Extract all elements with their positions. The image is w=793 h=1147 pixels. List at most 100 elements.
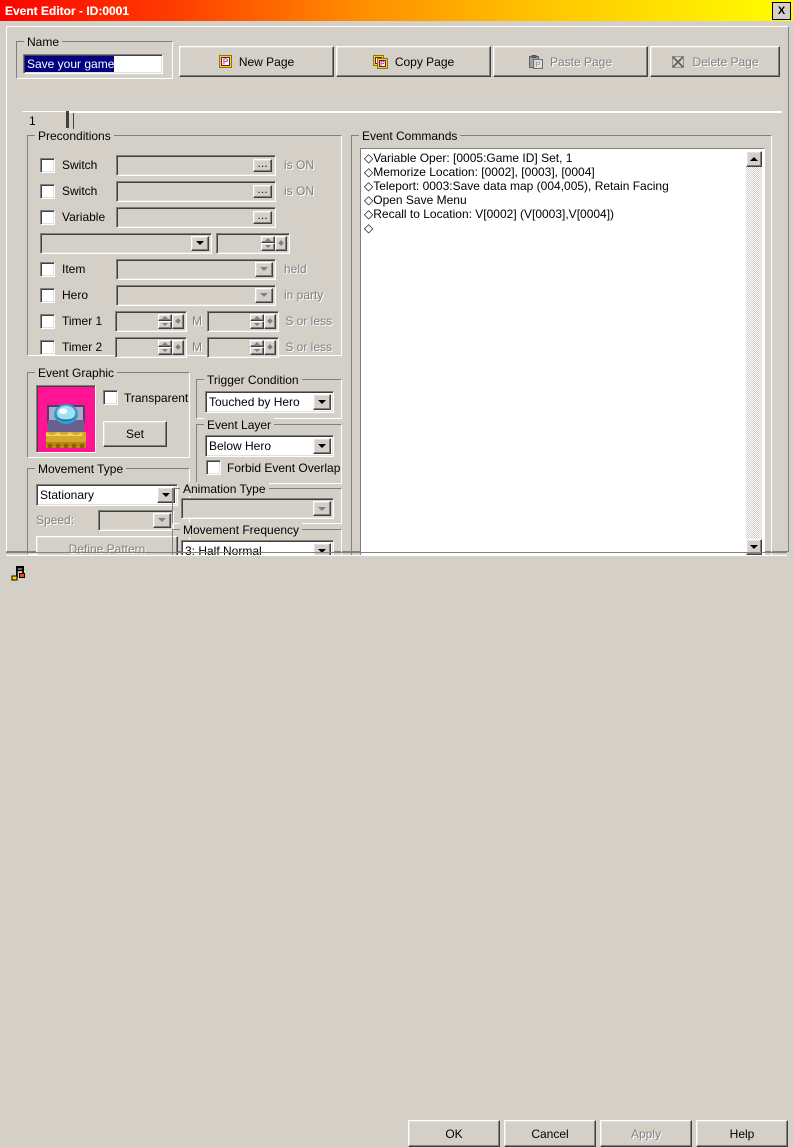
animation-type-combo[interactable]	[181, 498, 334, 519]
timer2-minutes-spinner[interactable]	[114, 336, 188, 358]
scroll-up-icon[interactable]	[746, 151, 762, 167]
music-note-icon[interactable]	[10, 565, 28, 588]
switch1-checkbox[interactable]	[40, 157, 55, 173]
set-graphic-label: Set	[125, 427, 144, 441]
movement-speed-label: Speed:	[36, 513, 75, 527]
item-label: Item	[62, 262, 86, 276]
timer1-minutes-spin-buttons[interactable]	[158, 313, 185, 329]
chevron-down-icon[interactable]	[255, 287, 273, 303]
variable-amount-spin-buttons[interactable]	[261, 235, 287, 251]
event-layer-combo[interactable]: Below Hero	[205, 435, 334, 457]
spin-down-icon[interactable]	[250, 347, 265, 355]
switch1-label: Switch	[62, 158, 98, 172]
variable-input[interactable]: …	[116, 206, 276, 228]
command-line[interactable]: ◇Recall to Location: V[0002] (V[0003],V[…	[364, 207, 764, 221]
paste-page-icon: P	[528, 54, 543, 69]
variable-browse-icon[interactable]: …	[253, 210, 272, 224]
forbid-overlap-row: Forbid Event Overlap	[206, 460, 340, 475]
event-commands-list[interactable]: ◇Variable Oper: [0005:Game ID] Set, 1 ◇M…	[361, 149, 764, 557]
spin-up-icon[interactable]	[158, 339, 172, 347]
switch2-browse-icon[interactable]: …	[253, 184, 272, 198]
spin-down-icon[interactable]	[158, 321, 172, 329]
close-icon[interactable]: X	[772, 2, 791, 20]
cancel-button[interactable]: Cancel	[504, 1120, 596, 1147]
item-combo[interactable]	[116, 258, 276, 280]
window-title: Event Editor - ID:0001	[5, 3, 130, 18]
movement-type-group: Movement Type Stationary Speed: Define P…	[27, 462, 190, 562]
command-line[interactable]: ◇Teleport: 0003:Save data map (004,005),…	[364, 179, 764, 193]
set-graphic-button[interactable]: Set	[103, 421, 167, 447]
spin-up-icon[interactable]	[250, 339, 265, 347]
scrollbar-track[interactable]	[746, 167, 762, 539]
spin-down-icon[interactable]	[261, 243, 275, 251]
variable-comparison-row	[40, 232, 332, 254]
spin-down-icon[interactable]	[250, 321, 265, 329]
spin-up-icon[interactable]	[250, 313, 265, 321]
movement-type-combo[interactable]: Stationary	[36, 484, 178, 506]
svg-text:P: P	[223, 58, 228, 67]
variable-checkbox[interactable]	[40, 209, 55, 225]
timer1-checkbox[interactable]	[40, 313, 55, 329]
event-graphic-preview[interactable]	[36, 385, 96, 453]
switch1-input[interactable]: …	[116, 154, 276, 176]
switch2-checkbox[interactable]	[40, 183, 55, 199]
timer2-checkbox[interactable]	[40, 339, 55, 355]
new-page-button[interactable]: P New Page	[179, 46, 334, 77]
apply-button[interactable]: Apply	[600, 1120, 692, 1147]
switch1-browse-icon[interactable]: …	[253, 158, 272, 172]
chevron-down-icon[interactable]	[191, 235, 209, 251]
page-icon: P	[218, 55, 232, 68]
delete-page-button[interactable]: Delete Page	[650, 46, 780, 77]
ok-label: OK	[445, 1126, 463, 1141]
trigger-condition-group: Trigger Condition Touched by Hero	[196, 373, 342, 419]
precondition-row-timer1: Timer 1 M S or less	[40, 310, 332, 332]
chevron-down-icon[interactable]	[313, 438, 331, 454]
switch1-suffix: is ON	[284, 158, 314, 172]
command-line[interactable]: ◇Variable Oper: [0005:Game ID] Set, 1	[364, 151, 764, 165]
hero-combo[interactable]	[116, 284, 276, 306]
event-commands-scrollbar[interactable]	[746, 151, 762, 555]
item-checkbox[interactable]	[40, 261, 55, 277]
timer2-seconds-spin-buttons[interactable]	[250, 339, 277, 355]
precondition-row-hero: Hero in party	[40, 284, 332, 306]
chevron-down-icon[interactable]	[313, 394, 331, 410]
timer2-label: Timer 2	[62, 340, 103, 354]
timer1-seconds-spin-buttons[interactable]	[250, 313, 277, 329]
chevron-down-icon[interactable]	[255, 261, 273, 277]
timer1-minutes-spinner[interactable]	[114, 310, 188, 332]
timer1-seconds-spinner[interactable]	[207, 310, 280, 332]
paste-page-label: Paste Page	[549, 54, 613, 69]
spin-grip-icon	[264, 313, 277, 329]
spin-up-icon[interactable]	[158, 313, 172, 321]
switch2-input[interactable]: …	[116, 180, 276, 202]
ok-button[interactable]: OK	[408, 1120, 500, 1147]
precondition-row-variable: Variable …	[40, 206, 332, 228]
copy-page-button[interactable]: P Copy Page	[336, 46, 491, 77]
command-line[interactable]: ◇	[364, 221, 764, 235]
chevron-down-icon[interactable]	[153, 512, 171, 528]
help-button[interactable]: Help	[696, 1120, 788, 1147]
timer2-minutes-spin-buttons[interactable]	[158, 339, 185, 355]
event-name-input[interactable]: Save your game	[23, 54, 163, 74]
command-line[interactable]: ◇Open Save Menu	[364, 193, 764, 207]
command-line[interactable]: ◇Memorize Location: [0002], [0003], [000…	[364, 165, 764, 179]
variable-comparison-combo[interactable]	[40, 232, 212, 254]
event-commands-listbox[interactable]: ◇Variable Oper: [0005:Game ID] Set, 1 ◇M…	[360, 148, 765, 558]
paste-page-button[interactable]: P Paste Page	[493, 46, 648, 77]
transparent-checkbox[interactable]	[103, 390, 118, 405]
trigger-condition-combo[interactable]: Touched by Hero	[205, 391, 334, 413]
spin-up-icon[interactable]	[261, 235, 275, 243]
trigger-condition-value: Touched by Hero	[209, 395, 300, 409]
apply-label: Apply	[630, 1126, 662, 1141]
spin-down-icon[interactable]	[158, 347, 172, 355]
chevron-down-icon[interactable]	[313, 501, 331, 516]
dialog-body: Name Save your game P New Page P Copy Pa…	[6, 26, 789, 567]
hero-checkbox[interactable]	[40, 287, 55, 303]
forbid-overlap-checkbox[interactable]	[206, 460, 221, 475]
variable-label: Variable	[62, 210, 106, 224]
treasure-chest-sprite	[46, 404, 86, 448]
timer2-seconds-spinner[interactable]	[207, 336, 280, 358]
variable-amount-spinner[interactable]	[216, 232, 290, 254]
transparent-row: Transparent	[103, 390, 188, 405]
movement-speed-combo[interactable]	[98, 509, 174, 531]
